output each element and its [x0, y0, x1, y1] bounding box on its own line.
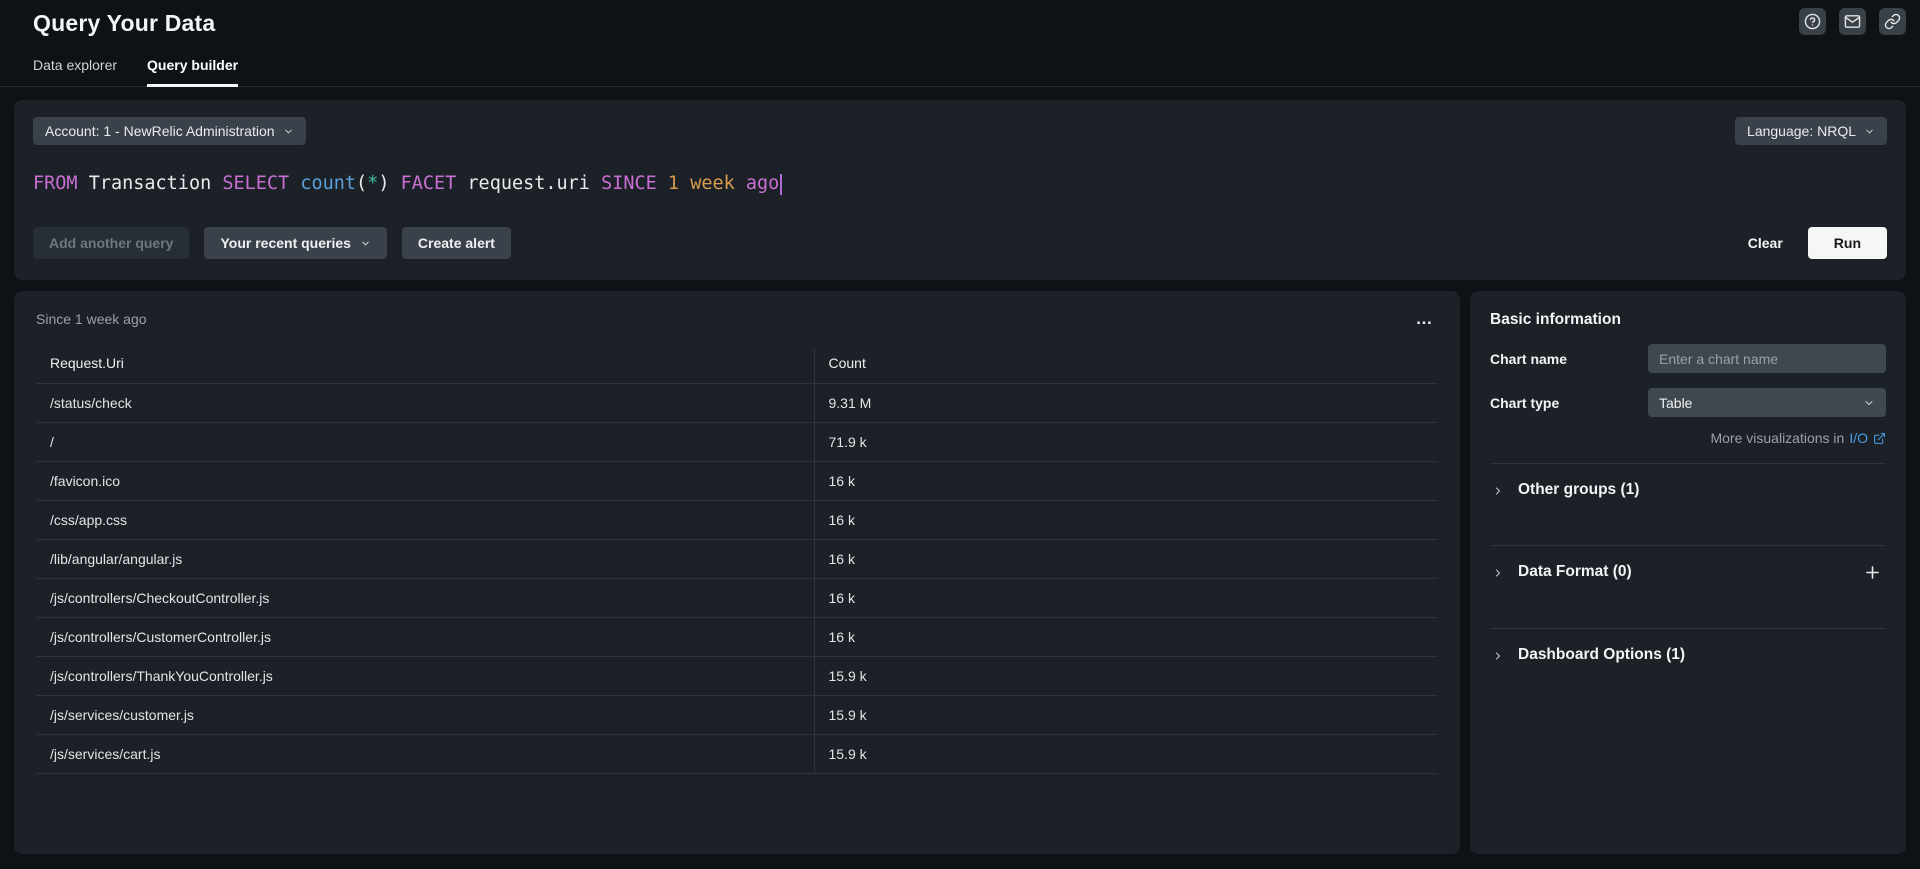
table-row: /js/controllers/ThankYouController.js15.…: [36, 657, 1438, 696]
count-cell: 16 k: [814, 618, 1438, 657]
language-selector[interactable]: Language: NRQL: [1735, 117, 1887, 145]
request-uri-cell: /js/services/customer.js: [36, 696, 814, 735]
basic-information-heading: Basic information: [1490, 311, 1886, 329]
help-button[interactable]: [1799, 8, 1826, 35]
chart-options-menu-button[interactable]: …: [1412, 312, 1439, 326]
request-uri-cell: /js/services/cart.js: [36, 735, 814, 774]
count-cell: 15.9 k: [814, 696, 1438, 735]
clear-button[interactable]: Clear: [1738, 227, 1793, 259]
io-link[interactable]: I/O: [1849, 430, 1886, 446]
query-builder-panel: Account: 1 - NewRelic Administration Lan…: [14, 100, 1906, 280]
section-data-format[interactable]: Data Format (0): [1490, 545, 1886, 628]
request-uri-cell: /lib/angular/angular.js: [36, 540, 814, 579]
chevron-right-icon: [1492, 567, 1504, 579]
help-icon: [1804, 13, 1821, 30]
nrql-query-editor[interactable]: FROM Transaction SELECT count(*) FACET r…: [33, 173, 1887, 195]
table-row: /71.9 k: [36, 423, 1438, 462]
create-alert-button[interactable]: Create alert: [402, 227, 511, 259]
chart-type-label: Chart type: [1490, 395, 1648, 411]
query-results-panel: Since 1 week ago … Request.Uri Count /st…: [14, 291, 1460, 854]
nrql-query-text: FROM Transaction SELECT count(*) FACET r…: [33, 173, 779, 195]
table-row: /status/check9.31 M: [36, 384, 1438, 423]
tab-bar: Data explorer Query builder: [0, 57, 1920, 87]
request-uri-cell: /js/controllers/ThankYouController.js: [36, 657, 814, 696]
count-cell: 15.9 k: [814, 735, 1438, 774]
section-dashboard-options[interactable]: Dashboard Options (1): [1490, 628, 1886, 710]
request-uri-cell: /js/controllers/CheckoutController.js: [36, 579, 814, 618]
tab-data-explorer[interactable]: Data explorer: [33, 57, 117, 87]
table-row: /favicon.ico16 k: [36, 462, 1438, 501]
count-cell: 16 k: [814, 501, 1438, 540]
feedback-button[interactable]: [1839, 8, 1866, 35]
more-visualizations-note: More visualizations in I/O: [1490, 430, 1886, 446]
mail-icon: [1844, 13, 1861, 30]
chevron-right-icon: [1492, 650, 1504, 662]
recent-queries-button[interactable]: Your recent queries: [204, 227, 386, 259]
text-cursor: [780, 174, 782, 195]
count-cell: 16 k: [814, 540, 1438, 579]
request-uri-cell: /: [36, 423, 814, 462]
run-button[interactable]: Run: [1808, 227, 1887, 259]
chevron-down-icon: [1864, 126, 1875, 137]
request-uri-cell: /status/check: [36, 384, 814, 423]
count-cell: 16 k: [814, 579, 1438, 618]
count-cell: 9.31 M: [814, 384, 1438, 423]
chart-type-select[interactable]: Table: [1648, 388, 1886, 417]
column-header-count[interactable]: Count: [814, 349, 1438, 384]
table-row: /js/controllers/CustomerController.js16 …: [36, 618, 1438, 657]
link-icon: [1884, 13, 1901, 30]
request-uri-cell: /css/app.css: [36, 501, 814, 540]
chart-settings-panel: Basic information Chart name Chart type …: [1470, 291, 1906, 854]
table-row: /js/services/customer.js15.9 k: [36, 696, 1438, 735]
tab-query-builder[interactable]: Query builder: [147, 57, 238, 87]
external-link-icon: [1873, 432, 1886, 445]
request-uri-cell: /js/controllers/CustomerController.js: [36, 618, 814, 657]
column-header-request-uri[interactable]: Request.Uri: [36, 349, 814, 384]
page-header: Query Your Data: [0, 0, 1920, 37]
results-table: Request.Uri Count /status/check9.31 M/71…: [36, 349, 1438, 774]
add-data-format-button[interactable]: [1863, 563, 1882, 582]
copy-link-button[interactable]: [1879, 8, 1906, 35]
count-cell: 71.9 k: [814, 423, 1438, 462]
section-other-groups[interactable]: Other groups (1): [1490, 463, 1886, 545]
table-row: /js/services/cart.js15.9 k: [36, 735, 1438, 774]
table-body: /status/check9.31 M/71.9 k/favicon.ico16…: [36, 384, 1438, 774]
count-cell: 15.9 k: [814, 657, 1438, 696]
chart-name-input[interactable]: [1648, 344, 1886, 373]
account-selector[interactable]: Account: 1 - NewRelic Administration: [33, 117, 306, 145]
table-row: /css/app.css16 k: [36, 501, 1438, 540]
chevron-down-icon: [283, 126, 294, 137]
add-another-query-button[interactable]: Add another query: [33, 227, 189, 259]
table-row: /js/controllers/CheckoutController.js16 …: [36, 579, 1438, 618]
table-row: /lib/angular/angular.js16 k: [36, 540, 1438, 579]
chart-name-label: Chart name: [1490, 351, 1648, 367]
request-uri-cell: /favicon.ico: [36, 462, 814, 501]
count-cell: 16 k: [814, 462, 1438, 501]
chevron-right-icon: [1492, 485, 1504, 497]
header-actions: [1799, 8, 1906, 35]
chevron-down-icon: [360, 238, 371, 249]
table-header-row: Request.Uri Count: [36, 349, 1438, 384]
results-time-range: Since 1 week ago: [36, 311, 147, 327]
page-title: Query Your Data: [33, 10, 1906, 37]
chevron-down-icon: [1863, 397, 1875, 409]
